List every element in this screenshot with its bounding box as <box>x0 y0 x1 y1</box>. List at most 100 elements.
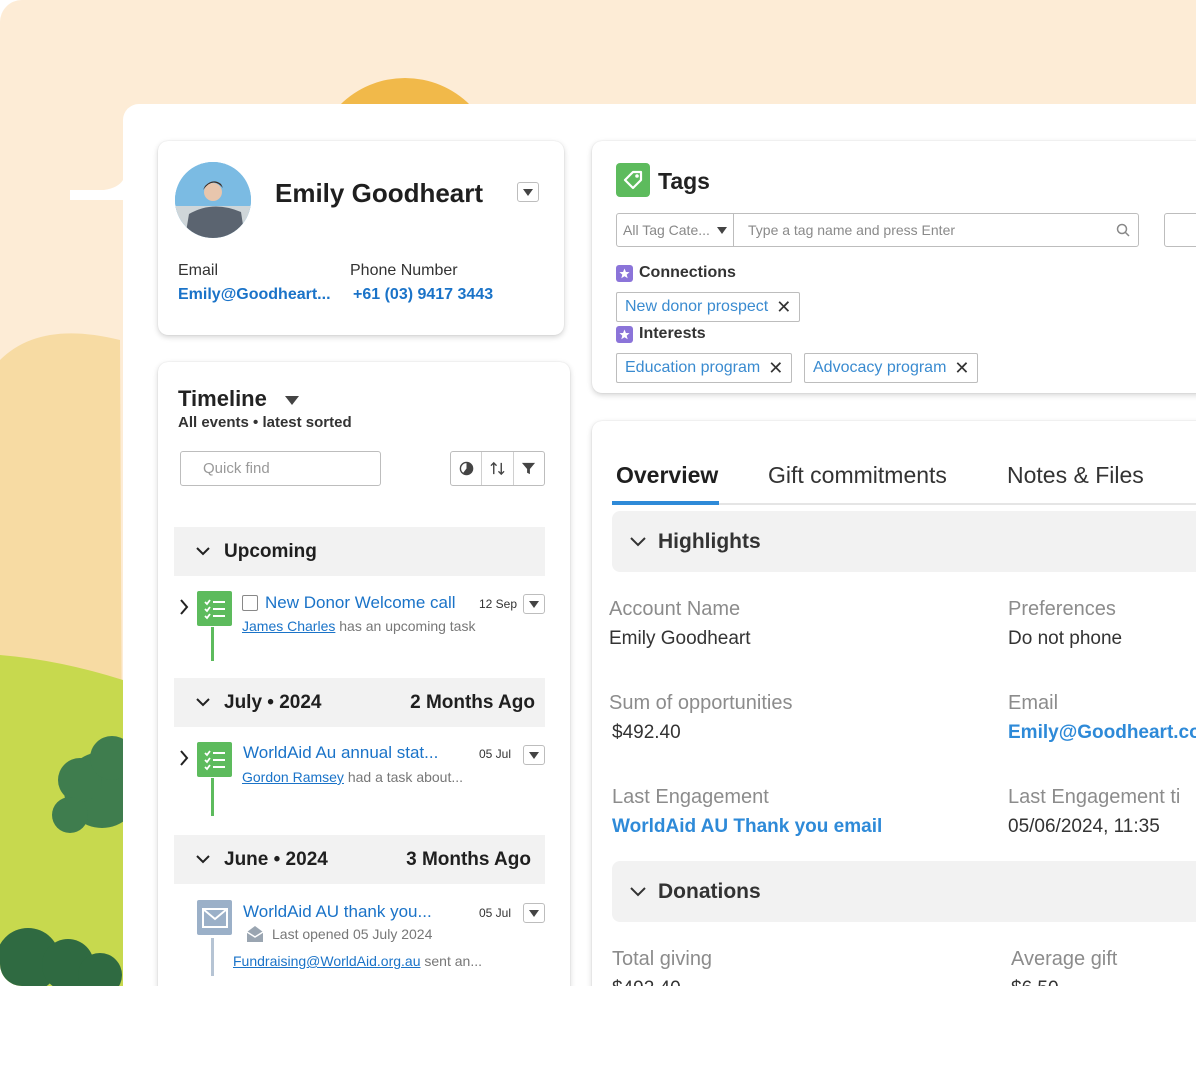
timeline-item-dropdown[interactable] <box>523 745 545 765</box>
last-engagement-time-value: 05/06/2024, 11:35 <box>1008 816 1160 837</box>
sort-button[interactable] <box>482 452 514 485</box>
quick-find-input[interactable]: Quick find <box>180 451 381 486</box>
remove-tag-icon[interactable]: ✕ <box>768 359 783 377</box>
section-relative-date: 3 Months Ago <box>406 848 531 870</box>
tag-group-interests: Interests <box>616 325 706 343</box>
chevron-down-icon <box>630 886 646 896</box>
chevron-right-icon[interactable] <box>179 599 189 615</box>
tags-title: Tags <box>658 168 710 194</box>
timeline-connector <box>211 627 214 661</box>
timeline-item-dropdown[interactable] <box>523 903 545 923</box>
timeline-item-title[interactable]: WorldAid Au annual stat... <box>243 743 438 763</box>
sum-opportunities-label: Sum of opportunities <box>609 692 793 714</box>
opened-mail-icon <box>246 926 264 942</box>
caret-down-icon <box>717 226 727 234</box>
highlights-accordion[interactable]: Highlights <box>612 511 1196 572</box>
average-gift-label: Average gift <box>1011 948 1118 970</box>
chevron-right-icon[interactable] <box>179 750 189 766</box>
tag-chip[interactable]: Advocacy program ✕ <box>804 353 979 383</box>
last-engagement-link[interactable]: WorldAid AU Thank you email <box>612 816 882 838</box>
email-opened-status: Last opened 05 July 2024 <box>246 925 432 943</box>
tag-category-select[interactable]: All Tag Cate... <box>616 213 734 247</box>
tab-overview[interactable]: Overview <box>616 462 718 489</box>
person-link[interactable]: Gordon Ramsey <box>242 769 344 785</box>
filter-icon <box>522 462 536 475</box>
email-link[interactable]: Emily@Goodheart... <box>178 286 331 304</box>
caret-down-icon[interactable] <box>284 395 299 405</box>
pie-chart-icon <box>459 461 473 476</box>
section-relative-date: 2 Months Ago <box>410 691 535 713</box>
tag-group-connections: Connections <box>616 264 736 282</box>
overview-card: Overview Gift commitments Notes & Files … <box>592 421 1196 986</box>
timeline-connector <box>211 938 214 976</box>
filter-button[interactable] <box>514 452 544 485</box>
preferences-value: Do not phone <box>1008 628 1123 649</box>
chevron-down-icon <box>196 855 210 864</box>
timeline-connector <box>211 778 214 816</box>
last-engagement-label: Last Engagement <box>612 786 769 808</box>
tag-add-control[interactable] <box>1164 213 1196 247</box>
timeline-toolbar <box>450 451 545 486</box>
tag-icon <box>616 163 650 197</box>
remove-tag-icon[interactable]: ✕ <box>776 298 791 316</box>
caret-down-icon <box>529 909 539 917</box>
profile-card: Emily Goodheart Email Emily@Goodheart...… <box>158 141 564 335</box>
timeline-item-date: 12 Sep <box>479 597 518 611</box>
description-text: sent an... <box>424 953 482 969</box>
crm-window: Emily Goodheart Email Emily@Goodheart...… <box>123 104 1196 986</box>
person-link[interactable]: James Charles <box>242 618 335 634</box>
sum-opportunities-value: $492.40 <box>612 722 681 743</box>
tag-chip[interactable]: New donor prospect ✕ <box>616 292 801 322</box>
tag-chip-label: Advocacy program <box>813 359 947 376</box>
last-engagement-time-label: Last Engagement ti <box>1008 786 1181 808</box>
caret-down-icon <box>529 751 539 759</box>
tag-input-placeholder: Type a tag name and press Enter <box>748 222 956 238</box>
timeline-section-july[interactable]: July • 2024 2 Months Ago <box>174 678 545 727</box>
chevron-down-icon <box>196 698 210 707</box>
section-label: Upcoming <box>224 540 317 562</box>
tab-notes-files[interactable]: Notes & Files <box>1007 462 1144 489</box>
timeline-item-description: Gordon Ramsey had a task about... <box>242 769 463 785</box>
timeline-subtitle: All events • latest sorted <box>178 414 352 431</box>
timeline-item-description: James Charles has an upcoming task <box>242 618 475 634</box>
profile-menu-dropdown[interactable] <box>517 182 539 202</box>
overview-email-link[interactable]: Emily@Goodheart.co <box>1008 722 1196 744</box>
tag-name-input[interactable]: Type a tag name and press Enter <box>733 213 1139 247</box>
chart-button[interactable] <box>451 452 483 485</box>
task-icon <box>197 591 232 626</box>
donations-accordion[interactable]: Donations <box>612 861 1196 922</box>
sender-link[interactable]: Fundraising@WorldAid.org.au <box>233 953 421 969</box>
accordion-label: Highlights <box>658 529 761 553</box>
opened-text: Last opened 05 July 2024 <box>272 926 433 942</box>
tag-chip[interactable]: Education program ✕ <box>616 353 793 383</box>
quick-find-placeholder: Quick find <box>203 460 270 477</box>
timeline-section-june[interactable]: June • 2024 3 Months Ago <box>174 835 545 884</box>
tag-chip-label: New donor prospect <box>625 298 769 315</box>
description-text: has an upcoming task <box>339 618 476 634</box>
sort-icon <box>490 461 505 476</box>
task-checkbox[interactable] <box>242 595 258 611</box>
tag-group-label: Connections <box>639 264 736 281</box>
timeline-item-dropdown[interactable] <box>523 594 545 614</box>
phone-label: Phone Number <box>350 262 458 279</box>
accordion-label: Donations <box>658 879 761 903</box>
timeline-item-date: 05 Jul <box>479 906 512 920</box>
phone-link[interactable]: +61 (03) 9417 3443 <box>353 286 493 304</box>
avatar[interactable] <box>175 162 251 238</box>
total-giving-label: Total giving <box>612 948 713 970</box>
timeline-item-title[interactable]: WorldAid AU thank you... <box>243 902 432 922</box>
tag-category-value: All Tag Cate... <box>623 222 710 238</box>
timeline-item-title[interactable]: New Donor Welcome call <box>265 593 456 613</box>
chevron-down-icon <box>196 547 210 556</box>
search-icon <box>1116 223 1130 237</box>
account-name-value: Emily Goodheart <box>609 628 751 649</box>
section-label: July • 2024 <box>224 691 322 713</box>
tab-gift-commitments[interactable]: Gift commitments <box>768 462 947 489</box>
tag-group-label: Interests <box>639 325 706 342</box>
tags-card: Tags All Tag Cate... Type a tag name and… <box>592 141 1196 393</box>
timeline-section-upcoming[interactable]: Upcoming <box>174 527 545 576</box>
remove-tag-icon[interactable]: ✕ <box>954 359 969 377</box>
timeline-title[interactable]: Timeline <box>178 386 299 412</box>
timeline-card: Timeline All events • latest sorted Quic… <box>158 362 570 986</box>
chevron-down-icon <box>630 536 646 546</box>
